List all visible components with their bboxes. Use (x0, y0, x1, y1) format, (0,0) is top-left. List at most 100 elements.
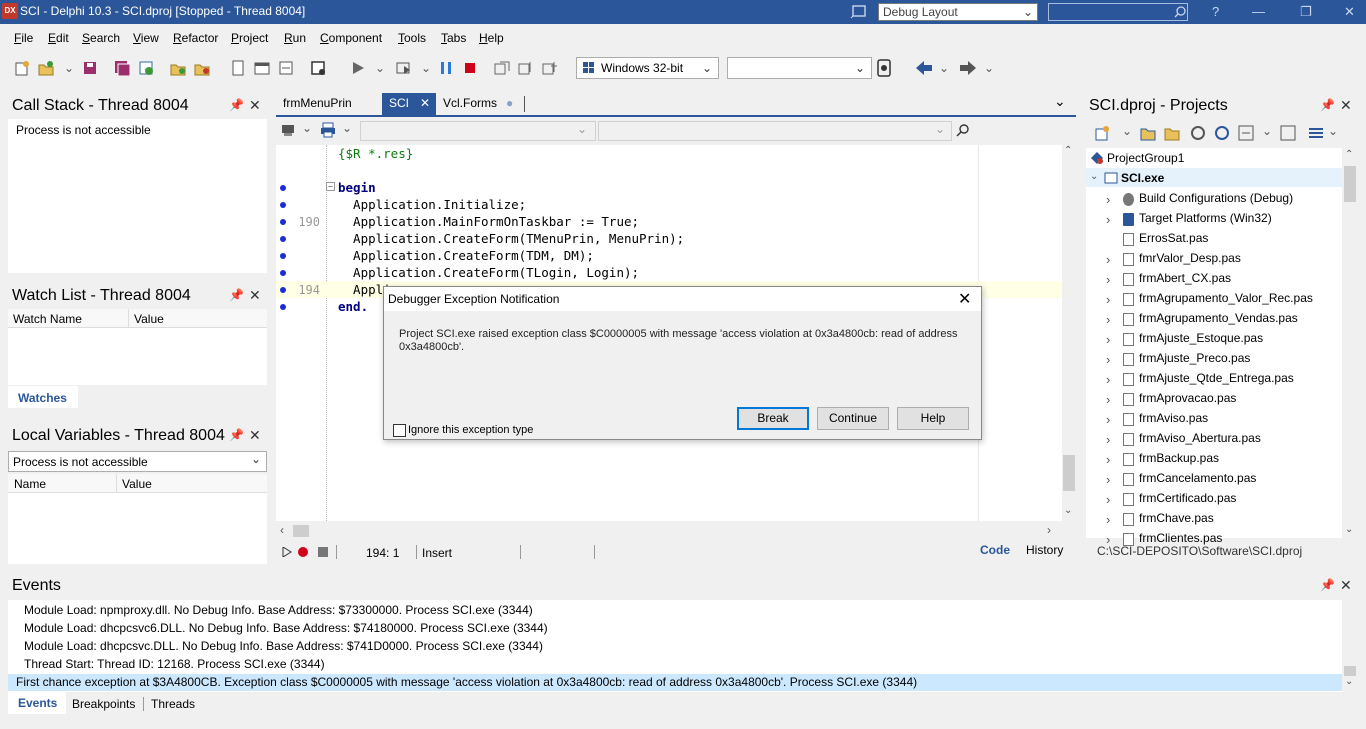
pin-icon[interactable]: 📌 (1320, 98, 1335, 112)
menu-run[interactable]: Run (284, 31, 306, 45)
tab-breakpoints[interactable]: Breakpoints (72, 697, 135, 711)
continue-button[interactable]: Continue (817, 407, 889, 430)
scroll-up-icon[interactable]: ⌃ (1345, 149, 1353, 160)
run-without-debug-icon[interactable] (396, 60, 412, 76)
search-icon[interactable] (956, 123, 970, 137)
pin-icon[interactable]: 📌 (1320, 578, 1335, 592)
new-items-icon[interactable] (14, 60, 30, 76)
local-value-header[interactable]: Value (122, 477, 152, 491)
chevron-down-icon[interactable]: ⌄ (984, 61, 994, 75)
chevron-down-icon[interactable]: ⌄ (1328, 124, 1338, 138)
collapse-icon[interactable] (1280, 125, 1296, 141)
watch-name-header[interactable]: Watch Name (13, 312, 82, 326)
menu-help[interactable]: Help (479, 31, 504, 45)
chevron-right-icon[interactable]: › (1106, 492, 1110, 507)
tree-item-label[interactable]: frmCancelamento.pas (1139, 471, 1256, 485)
events-log[interactable]: Module Load: npmproxy.dll. No Debug Info… (8, 600, 1342, 692)
add-folder-icon[interactable] (1140, 125, 1156, 141)
chevron-right-icon[interactable]: › (1106, 472, 1110, 487)
menu-search[interactable]: Search (82, 31, 120, 45)
chevron-down-icon[interactable]: ⌄ (421, 61, 431, 75)
new-form-icon[interactable] (310, 60, 326, 76)
menu-component[interactable]: Component (320, 31, 382, 45)
open-project-icon[interactable] (138, 60, 154, 76)
close-icon[interactable]: ✕ (249, 97, 261, 114)
chevron-right-icon[interactable]: › (1106, 352, 1110, 367)
device-icon[interactable] (876, 59, 892, 77)
pin-icon[interactable]: 📌 (229, 98, 244, 112)
scroll-down-icon[interactable]: ⌄ (1064, 505, 1072, 516)
stop-macro-icon[interactable] (318, 547, 328, 557)
editor-vertical-scrollbar[interactable]: ⌃ ⌄ (1062, 145, 1076, 521)
watch-list-grid[interactable]: Watch Name Value (8, 309, 267, 385)
tab-vcl-forms[interactable]: Vcl.Forms ● (436, 93, 524, 115)
breakpoint-dot[interactable] (280, 287, 286, 293)
help-button[interactable]: Help (897, 407, 969, 430)
tree-item-label[interactable]: frmAjuste_Estoque.pas (1139, 331, 1263, 345)
chevron-right-icon[interactable]: › (1106, 252, 1110, 267)
tree-item-label[interactable]: frmAviso_Abertura.pas (1139, 431, 1261, 445)
toggle-form-unit-icon[interactable] (278, 60, 294, 76)
chevron-down-icon[interactable]: ⌄ (375, 61, 385, 75)
chevron-right-icon[interactable]: › (1106, 372, 1110, 387)
restore-icon[interactable]: ❐ (1300, 4, 1312, 20)
chevron-right-icon[interactable]: › (1106, 512, 1110, 527)
pause-icon[interactable] (438, 60, 454, 76)
chevron-right-icon[interactable]: › (1106, 432, 1110, 447)
open-folder-icon[interactable] (1164, 125, 1180, 141)
tab-code[interactable]: Code (980, 543, 1010, 557)
call-stack-list[interactable]: Process is not accessible (8, 119, 267, 273)
chevron-down-icon[interactable]: ⌄ (64, 61, 74, 75)
breakpoint-dot[interactable] (280, 202, 286, 208)
platform-combo[interactable]: Windows 32-bit ⌄ (576, 57, 719, 79)
tree-item-label[interactable]: frmAjuste_Preco.pas (1139, 351, 1250, 365)
close-tab-icon[interactable]: ✕ (420, 93, 430, 113)
save-all-icon[interactable] (114, 60, 130, 76)
forward-arrow-icon[interactable] (958, 60, 978, 76)
back-arrow-icon[interactable] (914, 60, 934, 76)
menu-tabs[interactable]: Tabs (441, 31, 466, 45)
breakpoint-dot[interactable] (280, 185, 286, 191)
local-variables-combo[interactable]: Process is not accessible ⌄ (8, 451, 267, 472)
projects-vertical-scrollbar[interactable]: ⌃ ⌄ (1342, 148, 1358, 538)
menu-project[interactable]: Project (231, 31, 268, 45)
printer-icon[interactable] (320, 122, 336, 138)
refresh-icon[interactable] (1214, 125, 1230, 141)
close-icon[interactable]: ✕ (249, 287, 261, 304)
record-macro-icon[interactable] (298, 547, 308, 557)
close-icon[interactable]: ✕ (1340, 97, 1352, 114)
menu-file[interactable]: File (14, 31, 33, 45)
close-window-icon[interactable]: ✕ (1344, 4, 1355, 20)
save-icon[interactable] (82, 60, 98, 76)
chevron-right-icon[interactable]: › (1106, 332, 1110, 347)
breakpoint-dot[interactable] (280, 270, 286, 276)
structure-icon[interactable] (280, 122, 298, 138)
run-until-return-icon[interactable] (542, 60, 558, 76)
menu-view[interactable]: View (133, 31, 159, 45)
tree-item-label[interactable]: frmAgrupamento_Vendas.pas (1139, 311, 1298, 325)
break-button[interactable]: Break (737, 407, 809, 430)
configuration-combo[interactable]: ⌄ (727, 57, 872, 79)
tab-watches[interactable]: Watches (8, 386, 78, 408)
tabs-dropdown-icon[interactable]: ⌄ (1054, 93, 1066, 110)
projects-tree[interactable]: ProjectGroup1 ⌄ SCI.exe › Build Configura… (1086, 148, 1342, 547)
chevron-down-icon[interactable]: ⌄ (1090, 171, 1098, 182)
events-vertical-scrollbar[interactable]: ⌄ (1342, 600, 1358, 692)
help-icon[interactable]: ? (1212, 4, 1219, 19)
view-form-icon[interactable] (254, 60, 270, 76)
tree-item-label[interactable]: Target Platforms (Win32) (1139, 211, 1272, 225)
expand-icon[interactable] (1238, 125, 1254, 141)
project-label[interactable]: SCI.exe (1121, 171, 1164, 185)
desktop-layout-icon[interactable] (850, 4, 868, 20)
menu-edit[interactable]: Edit (48, 31, 69, 45)
tab-sci[interactable]: SCI ✕ (382, 93, 436, 115)
tree-item-label[interactable]: frmClientes.pas (1139, 531, 1222, 545)
close-icon[interactable]: ✕ (958, 289, 971, 309)
menu-refactor[interactable]: Refactor (173, 31, 218, 45)
tab-history[interactable]: History (1026, 543, 1063, 557)
chevron-right-icon[interactable]: › (1106, 392, 1110, 407)
chevron-right-icon[interactable]: › (1106, 212, 1110, 227)
method-combo[interactable]: ⌄ (598, 121, 952, 141)
watch-value-header[interactable]: Value (134, 312, 164, 326)
local-variables-grid[interactable]: Name Value (8, 474, 267, 564)
